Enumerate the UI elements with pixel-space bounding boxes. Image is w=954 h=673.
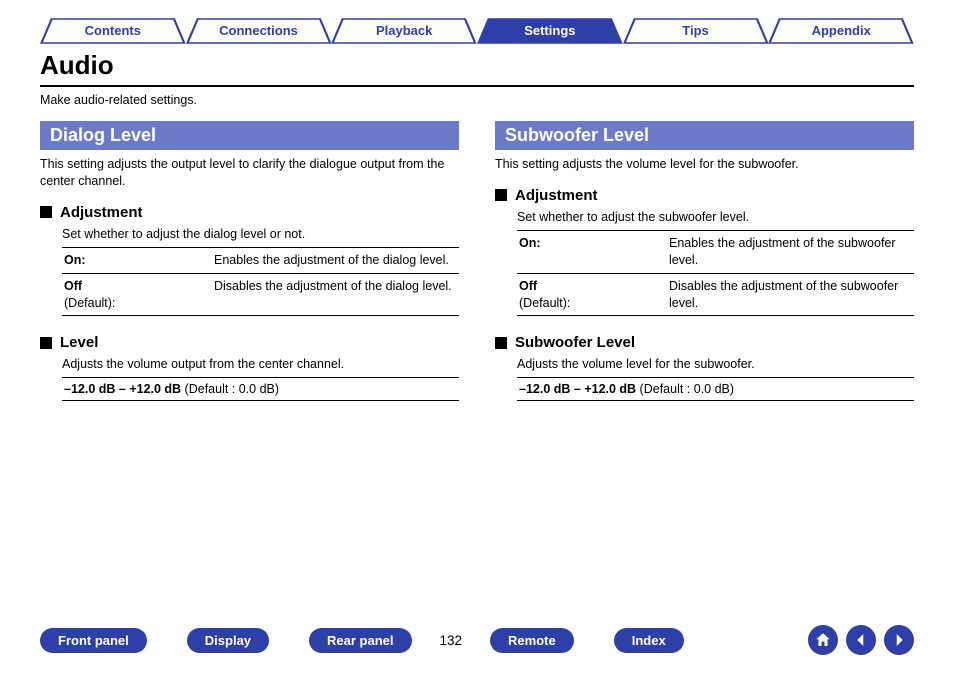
- subwoofer-level-sub: Subwoofer Level Adjusts the volume level…: [495, 334, 914, 401]
- adjustment-desc: Set whether to adjust the dialog level o…: [62, 227, 459, 241]
- section-bar-subwoofer: Subwoofer Level: [495, 121, 914, 150]
- option-key: On:: [519, 236, 541, 250]
- tab-connections[interactable]: Connections: [186, 18, 332, 44]
- option-default: (Default):: [64, 296, 115, 310]
- tab-tips[interactable]: Tips: [623, 18, 769, 44]
- page-title: Audio: [40, 50, 914, 81]
- footer: Front panel Display Rear panel 132 Remot…: [40, 625, 914, 655]
- tab-settings[interactable]: Settings: [477, 18, 623, 44]
- square-bullet-icon: [495, 337, 507, 349]
- option-value: Disables the adjustment of the dialog le…: [214, 278, 457, 312]
- heading-adjustment: Adjustment: [515, 187, 598, 204]
- subwoofer-level-desc: Adjusts the volume level for the subwoof…: [517, 357, 914, 371]
- next-icon[interactable]: [884, 625, 914, 655]
- link-rear-panel[interactable]: Rear panel: [309, 628, 411, 653]
- tab-appendix[interactable]: Appendix: [768, 18, 914, 44]
- prev-icon[interactable]: [846, 625, 876, 655]
- option-key: Off: [64, 279, 82, 293]
- subwoofer-level-range: –12.0 dB – +12.0 dB (Default : 0.0 dB): [517, 377, 914, 401]
- option-key: Off: [519, 279, 537, 293]
- option-value: Enables the adjustment of the subwoofer …: [669, 235, 912, 269]
- section-desc-dialog: This setting adjusts the output level to…: [40, 156, 459, 190]
- option-row-on: On: Enables the adjustment of the subwoo…: [517, 231, 914, 274]
- option-row-off: Off (Default): Disables the adjustment of…: [62, 274, 459, 317]
- level-desc: Adjusts the volume output from the cente…: [62, 357, 459, 371]
- page-number: 132: [440, 633, 463, 648]
- level-range: –12.0 dB – +12.0 dB (Default : 0.0 dB): [62, 377, 459, 401]
- heading-adjustment: Adjustment: [60, 204, 143, 221]
- adjustment-desc: Set whether to adjust the subwoofer leve…: [517, 210, 914, 224]
- link-index[interactable]: Index: [614, 628, 684, 653]
- dialog-level-sub: Level Adjusts the volume output from the…: [40, 334, 459, 401]
- adjustment-options: On: Enables the adjustment of the subwoo…: [517, 230, 914, 317]
- heading-subwoofer-level: Subwoofer Level: [515, 334, 635, 351]
- tab-playback[interactable]: Playback: [331, 18, 477, 44]
- option-row-off: Off (Default): Disables the adjustment of…: [517, 274, 914, 317]
- page-intro: Make audio-related settings.: [40, 93, 914, 107]
- option-key: On:: [64, 253, 86, 267]
- section-desc-subwoofer: This setting adjusts the volume level fo…: [495, 156, 914, 173]
- section-bar-dialog: Dialog Level: [40, 121, 459, 150]
- option-value: Enables the adjustment of the dialog lev…: [214, 252, 457, 269]
- option-default: (Default):: [519, 296, 570, 310]
- heading-level: Level: [60, 334, 98, 351]
- option-row-on: On: Enables the adjustment of the dialog…: [62, 248, 459, 274]
- square-bullet-icon: [495, 189, 507, 201]
- subwoofer-adjustment: Adjustment Set whether to adjust the sub…: [495, 187, 914, 317]
- link-display[interactable]: Display: [187, 628, 269, 653]
- top-tabs: Contents Connections Playback Settings T…: [40, 18, 914, 44]
- square-bullet-icon: [40, 206, 52, 218]
- title-rule: [40, 85, 914, 87]
- adjustment-options: On: Enables the adjustment of the dialog…: [62, 247, 459, 317]
- square-bullet-icon: [40, 337, 52, 349]
- home-icon[interactable]: [808, 625, 838, 655]
- col-subwoofer-level: Subwoofer Level This setting adjusts the…: [495, 121, 914, 419]
- tab-contents[interactable]: Contents: [40, 18, 186, 44]
- link-front-panel[interactable]: Front panel: [40, 628, 147, 653]
- dialog-adjustment: Adjustment Set whether to adjust the dia…: [40, 204, 459, 317]
- col-dialog-level: Dialog Level This setting adjusts the ou…: [40, 121, 459, 419]
- link-remote[interactable]: Remote: [490, 628, 574, 653]
- option-value: Disables the adjustment of the subwoofer…: [669, 278, 912, 312]
